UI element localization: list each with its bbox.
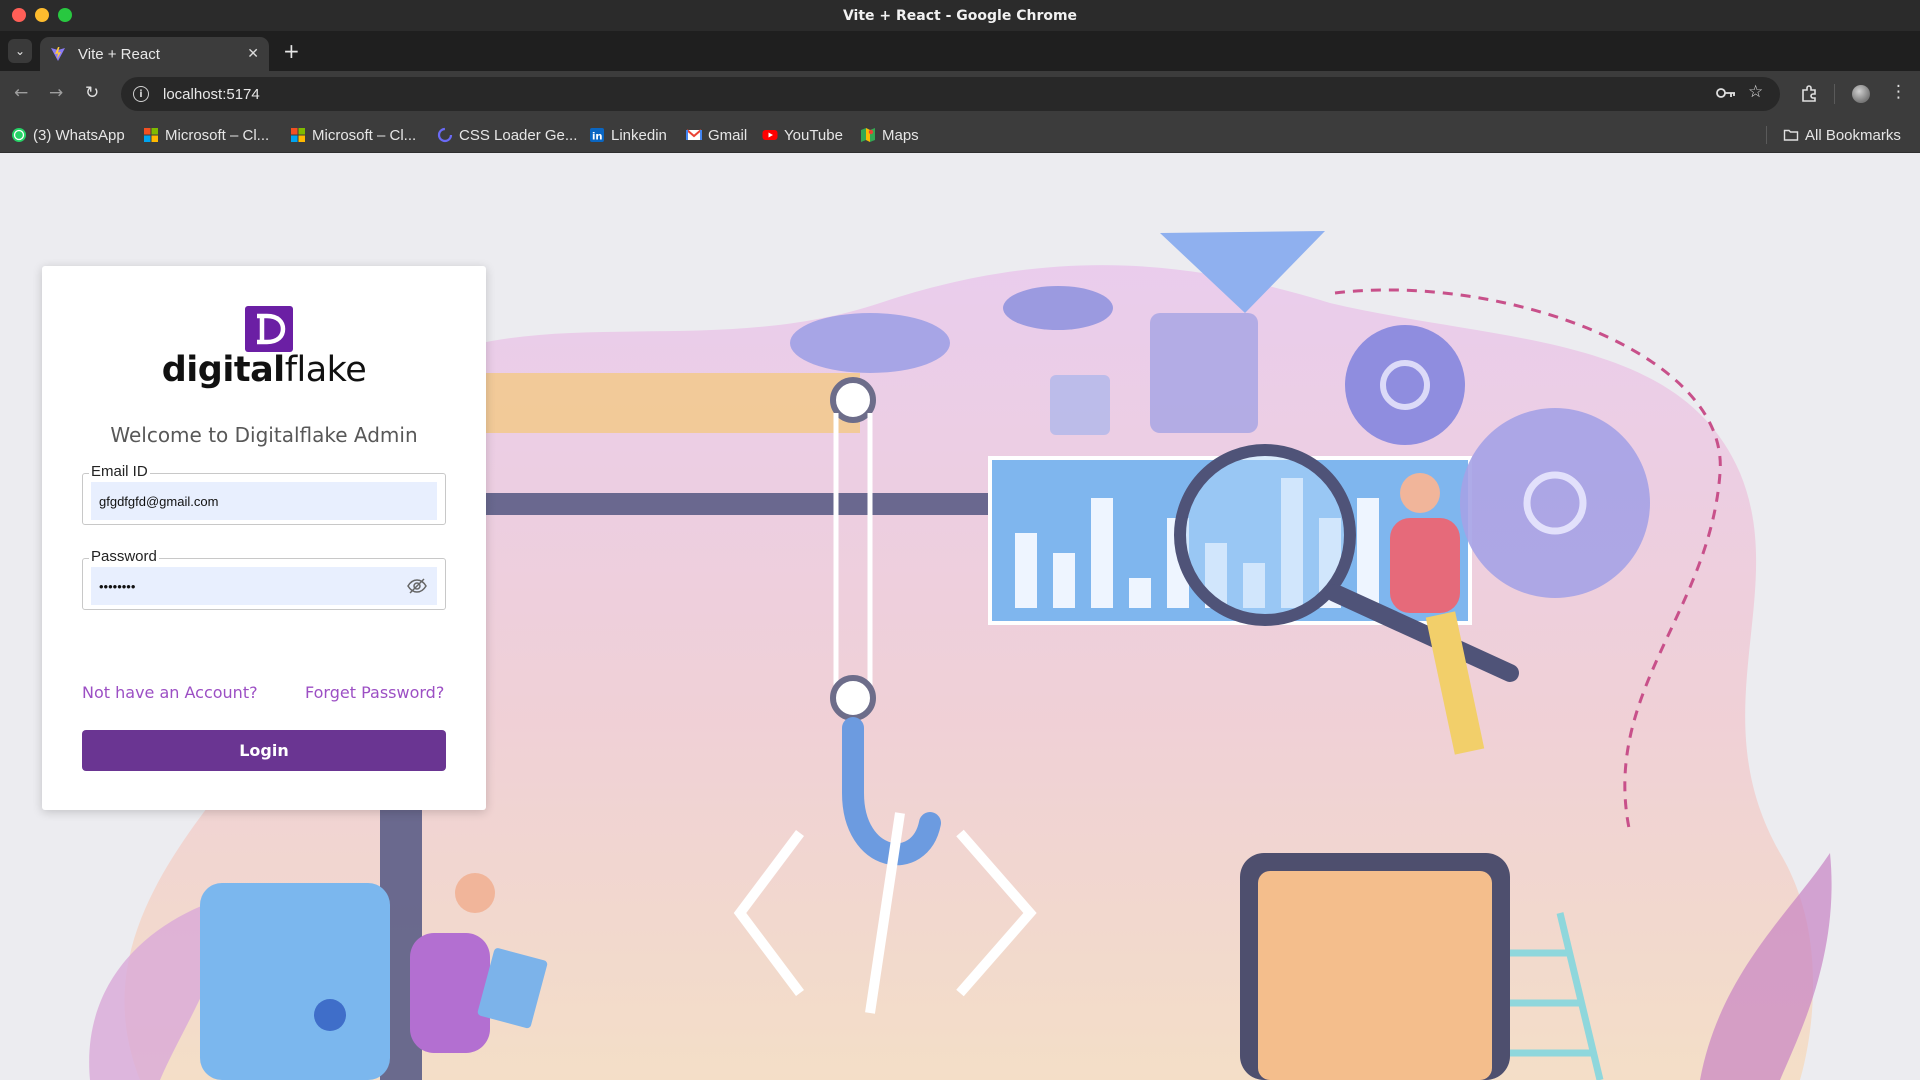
pulley-shape (830, 675, 876, 721)
eye-off-icon[interactable] (407, 577, 427, 595)
microsoft-icon (291, 128, 305, 142)
phone-shape (200, 883, 390, 1080)
person-head-shape (1400, 473, 1440, 513)
bookmarks-divider (1766, 126, 1767, 144)
pulley-shape (830, 377, 876, 423)
vite-icon (51, 47, 65, 61)
new-tab-button[interactable]: + (283, 41, 300, 61)
youtube-icon (762, 130, 778, 140)
reload-icon[interactable]: ↻ (85, 83, 99, 103)
tab-strip: ⌄ Vite + React ✕ + (0, 31, 1920, 71)
bookmark-youtube[interactable]: YouTube (762, 125, 843, 145)
bookmark-label: Gmail (708, 126, 748, 144)
minimize-window-button[interactable] (35, 8, 49, 22)
gmail-icon (686, 129, 702, 140)
close-tab-icon[interactable]: ✕ (247, 46, 259, 62)
maps-icon (861, 128, 875, 142)
email-input[interactable] (91, 482, 437, 520)
bookmark-label: Microsoft – Cl... (165, 126, 270, 144)
welcome-heading: Welcome to Digitalflake Admin (110, 423, 418, 447)
chevron-down-icon: ⌄ (14, 44, 26, 58)
linkedin-icon: in (590, 128, 604, 143)
cloud-shape (1003, 286, 1113, 330)
tab-search-button[interactable]: ⌄ (8, 39, 32, 63)
crane-beam-shape (420, 493, 1000, 515)
site-info-icon[interactable]: i (133, 86, 149, 102)
extensions-icon[interactable] (1800, 84, 1819, 103)
back-arrow-icon[interactable]: ← (14, 83, 28, 103)
tab-vite-react[interactable]: Vite + React ✕ (40, 37, 269, 71)
bookmark-label: Linkedin (611, 126, 667, 144)
bookmark-gmail[interactable]: Gmail (686, 125, 747, 145)
close-window-button[interactable] (12, 8, 26, 22)
bookmarks-bar: (3) WhatsApp Microsoft – Cl... Microsoft… (0, 117, 1920, 153)
person-torso-shape (1390, 518, 1460, 613)
bookmark-microsoft-1[interactable]: Microsoft – Cl... (143, 125, 269, 145)
bookmark-label: (3) WhatsApp (33, 126, 125, 144)
forward-arrow-icon[interactable]: → (49, 83, 63, 103)
bookmark-label: Microsoft – Cl... (312, 126, 417, 144)
bookmark-label: All Bookmarks (1805, 126, 1901, 144)
brand-wordmark: digitalflake (42, 350, 486, 390)
bookmark-label: YouTube (784, 126, 843, 144)
gear-shape (1460, 408, 1650, 598)
browser-toolbar: ← → ↻ i localhost:5174 ☆ ⋮ (0, 71, 1920, 117)
signup-link[interactable]: Not have an Account? (82, 683, 258, 702)
crane-arm-shape (420, 373, 860, 433)
password-input[interactable] (91, 567, 437, 605)
brand-wordmark-bold: digital (161, 350, 285, 390)
microsoft-icon (144, 128, 158, 142)
profile-avatar[interactable] (1852, 85, 1870, 103)
window-controls (12, 8, 72, 22)
forgot-password-link[interactable]: Forget Password? (305, 683, 444, 702)
login-page: digitalflake Welcome to Digitalflake Adm… (0, 153, 1920, 1080)
brand-wordmark-light: flake (284, 350, 367, 390)
maximize-window-button[interactable] (58, 8, 72, 22)
person-torso-shape (410, 933, 490, 1053)
password-key-icon[interactable] (1716, 86, 1736, 100)
password-field: Password (82, 548, 446, 610)
bookmark-label: CSS Loader Ge... (459, 126, 578, 144)
email-label: Email ID (89, 463, 150, 480)
address-bar[interactable]: i localhost:5174 (121, 77, 1780, 111)
folder-icon (1783, 129, 1799, 141)
magnifier-shape (1174, 444, 1356, 626)
window-title-bar: Vite + React - Google Chrome (0, 0, 1920, 31)
all-bookmarks-button[interactable]: All Bookmarks (1783, 125, 1901, 145)
email-field: Email ID (82, 463, 446, 525)
bookmark-label: Maps (882, 126, 919, 144)
mail-tile-shape (1050, 375, 1110, 435)
whatsapp-icon (12, 128, 26, 142)
bookmark-whatsapp[interactable]: (3) WhatsApp (11, 125, 125, 145)
address-url[interactable]: localhost:5174 (163, 86, 260, 103)
window-title: Vite + React - Google Chrome (842, 7, 1078, 24)
password-label: Password (89, 548, 159, 565)
gear-shape (1345, 325, 1465, 445)
bookmark-microsoft-2[interactable]: Microsoft – Cl... (290, 125, 416, 145)
login-button[interactable]: Login (82, 730, 446, 771)
css-loader-icon (437, 127, 453, 143)
login-card: digitalflake Welcome to Digitalflake Adm… (42, 266, 486, 810)
bookmark-maps[interactable]: Maps (860, 125, 919, 145)
toolbar-divider (1834, 84, 1835, 104)
tab-title: Vite + React (78, 45, 160, 63)
bookmark-linkedin[interactable]: in Linkedin (589, 125, 667, 145)
digitalflake-logo-icon (245, 306, 293, 352)
svg-text:in: in (592, 132, 603, 143)
more-menu-icon[interactable]: ⋮ (1890, 82, 1907, 102)
person-head-shape (455, 873, 495, 913)
bookmark-star-icon[interactable]: ☆ (1748, 82, 1763, 102)
cloud-shape (790, 313, 950, 373)
bookmark-css-loader[interactable]: CSS Loader Ge... (437, 125, 577, 145)
wifi-tile-shape (1150, 313, 1258, 433)
